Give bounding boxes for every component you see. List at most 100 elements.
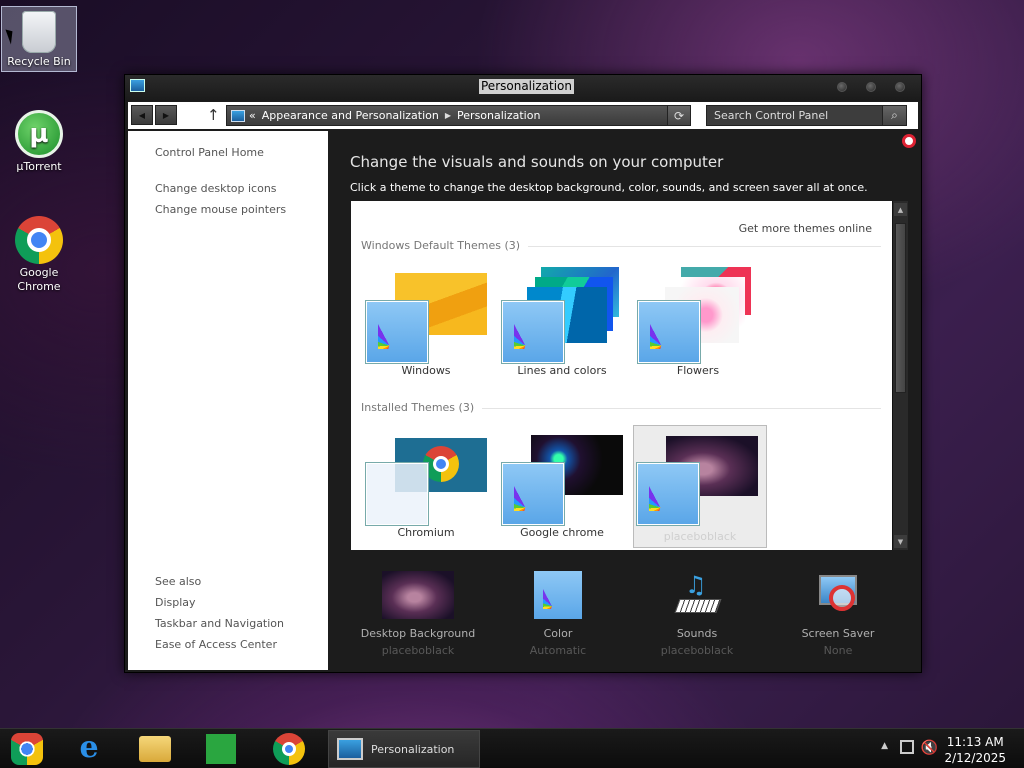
search-button[interactable]: ⌕ (882, 105, 907, 126)
theme-name: Lines and colors (517, 364, 607, 377)
forward-arrow-icon: ▶ (162, 110, 170, 120)
address-bar[interactable]: « Appearance and Personalization ▶ Perso… (226, 105, 691, 126)
group-label-installed-themes: Installed Themes (3) (361, 401, 483, 414)
control-panel-icon (337, 738, 363, 760)
scrollbar-thumb[interactable] (895, 223, 906, 393)
help-icon[interactable] (902, 134, 916, 148)
setting-value: placeboblack (381, 644, 455, 657)
forward-button[interactable]: ▶ (155, 105, 177, 125)
control-panel-icon (130, 79, 145, 92)
color-palette-icon (636, 462, 700, 526)
setting-label: Desktop Background (360, 627, 476, 640)
main-content: Change the visuals and sounds on your co… (328, 131, 920, 670)
close-button[interactable] (895, 82, 905, 92)
utorrent-icon: µ (15, 110, 63, 158)
store-icon[interactable] (206, 734, 236, 764)
volume-muted-icon[interactable]: 🔇 (921, 740, 938, 756)
personalization-window: Personalization ◀ ▶ ↑ « Appearance and P… (124, 74, 922, 673)
theme-lines-and-colors[interactable]: Lines and colors (497, 263, 627, 381)
theme-list-scrollbar[interactable]: ▲ ▼ (892, 201, 908, 550)
screen-saver-setting[interactable]: Screen Saver None (768, 571, 908, 657)
taskbar: e Personalization ▲ 🔇 11:13 AM 2/12/2025 (0, 728, 1024, 768)
search-icon: ⌕ (891, 108, 898, 122)
chrome-icon (15, 216, 63, 264)
chrome-taskbar-icon[interactable] (273, 733, 305, 765)
desktop-icon-recycle-bin[interactable]: Recycle Bin (1, 6, 77, 72)
network-icon[interactable] (900, 740, 914, 754)
show-hidden-icons-icon[interactable]: ▲ (881, 741, 888, 751)
setting-label: Sounds (676, 627, 718, 640)
control-panel-icon (231, 109, 245, 122)
search-input[interactable]: Search Control Panel ⌕ (706, 105, 907, 126)
desktop-icon-label: µTorrent (16, 160, 62, 173)
desktop-icon-label: Recycle Bin (7, 55, 71, 68)
page-subtitle: Click a theme to change the desktop back… (350, 181, 868, 194)
sidebar-link-control-panel-home[interactable]: Control Panel Home (155, 146, 264, 159)
desktop-icon-label: Google Chrome (17, 266, 61, 293)
color-palette-icon (365, 300, 429, 364)
breadcrumb-separator-icon[interactable]: ▶ (445, 111, 451, 120)
theme-google-chrome[interactable]: Google chrome (497, 425, 627, 543)
breadcrumb-personalization[interactable]: Personalization (457, 109, 540, 122)
refresh-button[interactable]: ⟳ (667, 105, 691, 126)
sidebar-link-change-mouse-pointers[interactable]: Change mouse pointers (155, 203, 286, 216)
get-more-themes-link[interactable]: Get more themes online (739, 222, 872, 235)
recycle-bin-icon (22, 11, 56, 53)
sounds-icon: ♫ (671, 571, 723, 619)
file-explorer-icon[interactable] (139, 736, 171, 762)
title-bar[interactable]: Personalization (125, 75, 921, 101)
sidebar-link-ease-of-access[interactable]: Ease of Access Center (155, 638, 277, 651)
refresh-icon: ⟳ (673, 108, 685, 123)
back-arrow-icon: ◀ (138, 110, 146, 120)
color-swatch (365, 462, 429, 526)
back-button[interactable]: ◀ (131, 105, 153, 125)
breadcrumb-appearance[interactable]: Appearance and Personalization (262, 109, 439, 122)
theme-chromium[interactable]: Chromium (361, 425, 491, 543)
navigation-bar: ◀ ▶ ↑ « Appearance and Personalization ▶… (128, 102, 918, 129)
theme-name: Chromium (397, 526, 455, 539)
page-title: Change the visuals and sounds on your co… (350, 153, 724, 171)
desktop-icon-google-chrome[interactable]: Google Chrome (1, 212, 77, 294)
maximize-button[interactable] (866, 82, 876, 92)
setting-value: Automatic (529, 644, 587, 657)
theme-name: Windows (401, 364, 451, 377)
color-palette-icon (637, 300, 701, 364)
setting-value: placeboblack (660, 644, 734, 657)
color-setting[interactable]: Color Automatic (488, 571, 628, 657)
sidebar-link-display[interactable]: Display (155, 596, 196, 609)
window-title: Personalization (479, 79, 574, 94)
theme-flowers[interactable]: Flowers (633, 263, 763, 381)
sidebar-link-change-desktop-icons[interactable]: Change desktop icons (155, 182, 277, 195)
scroll-down-arrow-icon[interactable]: ▼ (894, 535, 907, 548)
theme-name: placeboblack (663, 530, 737, 543)
setting-value: None (823, 644, 853, 657)
theme-windows[interactable]: Windows (361, 263, 491, 381)
scroll-up-arrow-icon[interactable]: ▲ (894, 203, 907, 216)
theme-list: Get more themes online Windows Default T… (351, 201, 892, 550)
taskbar-item-label: Personalization (371, 742, 455, 756)
sidebar: Control Panel Home Change desktop icons … (128, 131, 328, 670)
theme-placeboblack[interactable]: placeboblack (633, 425, 767, 548)
theme-name: Flowers (676, 364, 720, 377)
group-label-default-themes: Windows Default Themes (3) (361, 239, 529, 252)
taskbar-item-personalization[interactable]: Personalization (328, 730, 480, 768)
up-button[interactable]: ↑ (207, 106, 220, 124)
color-palette-icon (501, 300, 565, 364)
internet-explorer-icon[interactable]: e (73, 733, 105, 765)
clock[interactable]: 11:13 AM 2/12/2025 (944, 734, 1006, 766)
sounds-setting[interactable]: ♫ Sounds placeboblack (627, 571, 767, 657)
screen-saver-icon (815, 571, 861, 619)
see-also-heading: See also (155, 575, 202, 588)
color-palette-icon (534, 571, 582, 619)
start-button[interactable] (11, 733, 43, 765)
desktop-icon-utorrent[interactable]: µ µTorrent (1, 106, 77, 174)
address-overflow[interactable]: « (249, 109, 256, 122)
desktop-background-setting[interactable]: Desktop Background placeboblack (348, 571, 488, 657)
setting-label: Screen Saver (801, 627, 875, 640)
sidebar-link-taskbar-navigation[interactable]: Taskbar and Navigation (155, 617, 284, 630)
minimize-button[interactable] (837, 82, 847, 92)
clock-time: 11:13 AM (946, 735, 1004, 749)
chromium-logo-icon (423, 446, 459, 482)
mouse-cursor-icon (5, 27, 17, 45)
desktop-background-icon (382, 571, 454, 619)
